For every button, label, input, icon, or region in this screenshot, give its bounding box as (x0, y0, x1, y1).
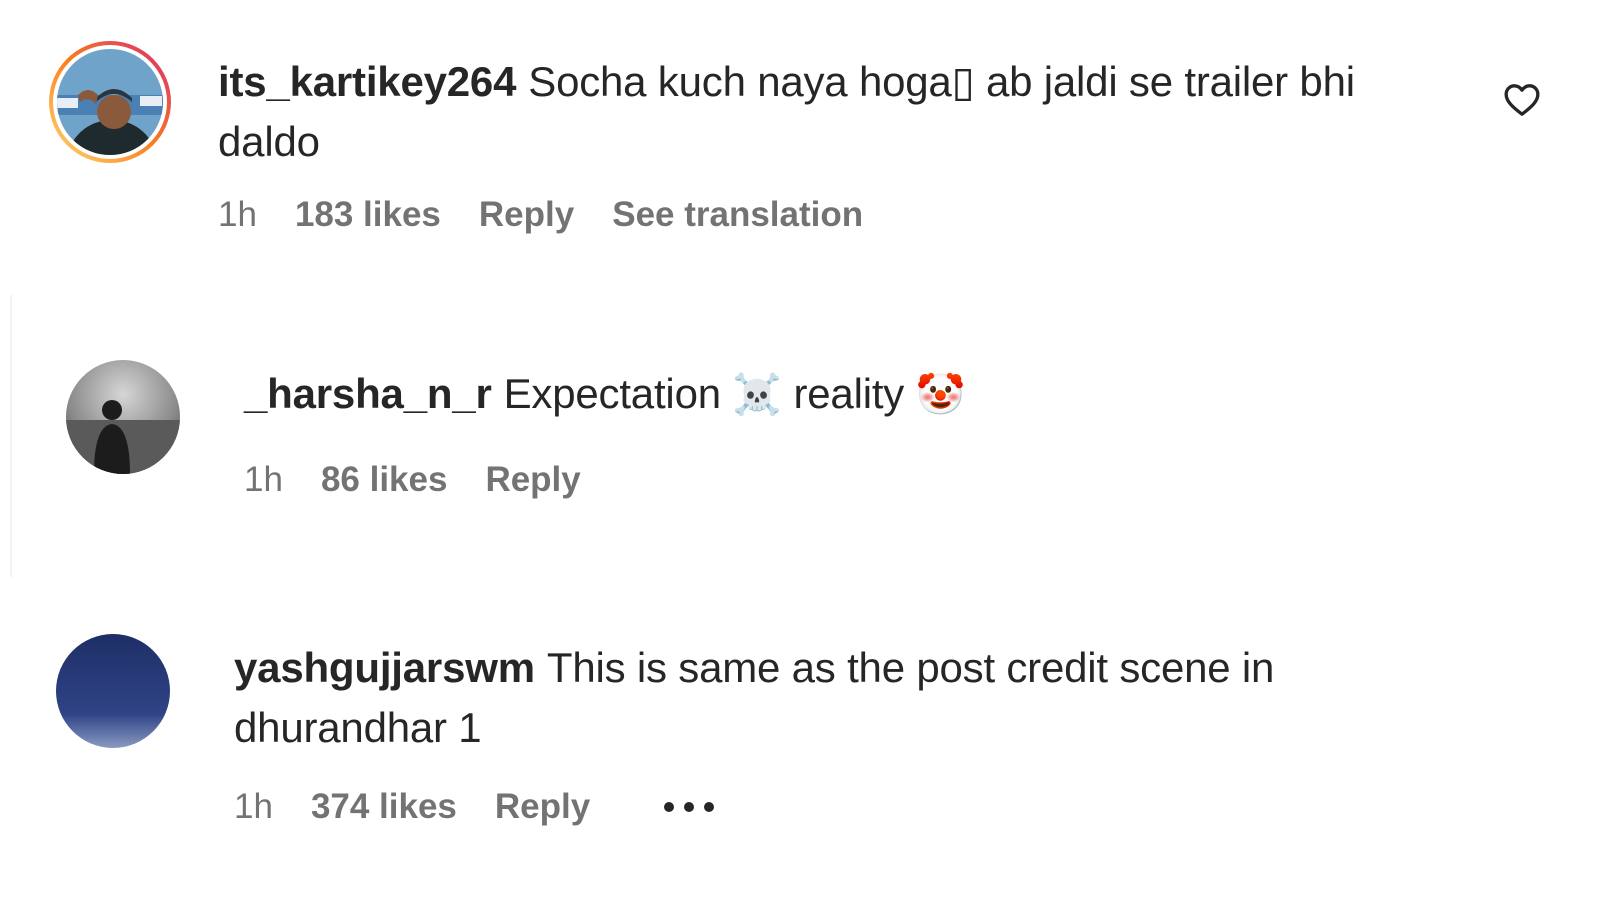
comment-username[interactable]: yashgujjarswm (234, 644, 535, 691)
avatar[interactable] (66, 360, 180, 474)
comment-text: its_kartikey264 Socha kuch naya hoga▯ ab … (218, 52, 1468, 172)
comment-likes[interactable]: 183 likes (295, 195, 441, 235)
avatar[interactable] (48, 40, 172, 164)
avatar-image (66, 360, 180, 474)
reply-button[interactable]: Reply (485, 460, 580, 500)
reply-button[interactable]: Reply (479, 195, 574, 235)
avatar-story-ring (49, 41, 171, 163)
clown-face-emoji: 🤡 (915, 372, 966, 418)
avatar[interactable] (56, 634, 170, 748)
comment-likes[interactable]: 374 likes (311, 787, 457, 827)
comment-time: 1h (244, 460, 283, 499)
reply-button[interactable]: Reply (495, 787, 590, 827)
comment-time: 1h (234, 787, 273, 826)
comment-body: Expectation (503, 370, 721, 417)
see-translation-button[interactable]: See translation (612, 195, 863, 235)
heart-outline-icon[interactable] (1502, 80, 1542, 120)
comment-time: 1h (218, 195, 257, 234)
comment-body-continued: reality (793, 370, 905, 417)
comment-meta: 1h 86 likes Reply (244, 455, 1444, 505)
comment-username[interactable]: its_kartikey264 (218, 58, 516, 105)
comment-username[interactable]: _harsha_n_r (244, 370, 492, 417)
comment-meta: 1h 183 likes Reply See translation (218, 190, 1468, 240)
comments-section: its_kartikey264 Socha kuch naya hoga▯ ab … (0, 0, 1600, 897)
more-horizontal-icon[interactable] (664, 802, 715, 812)
avatar-image (56, 634, 170, 748)
comment-text: yashgujjarswm This is same as the post cr… (234, 638, 1484, 758)
comment-text: _harsha_n_r Expectation ☠️ reality 🤡 (244, 364, 1444, 425)
thread-line (10, 295, 12, 577)
skull-crossbones-emoji: ☠️ (732, 372, 782, 418)
comment-meta: 1h 374 likes Reply (234, 782, 1484, 832)
comment-likes[interactable]: 86 likes (321, 460, 448, 500)
